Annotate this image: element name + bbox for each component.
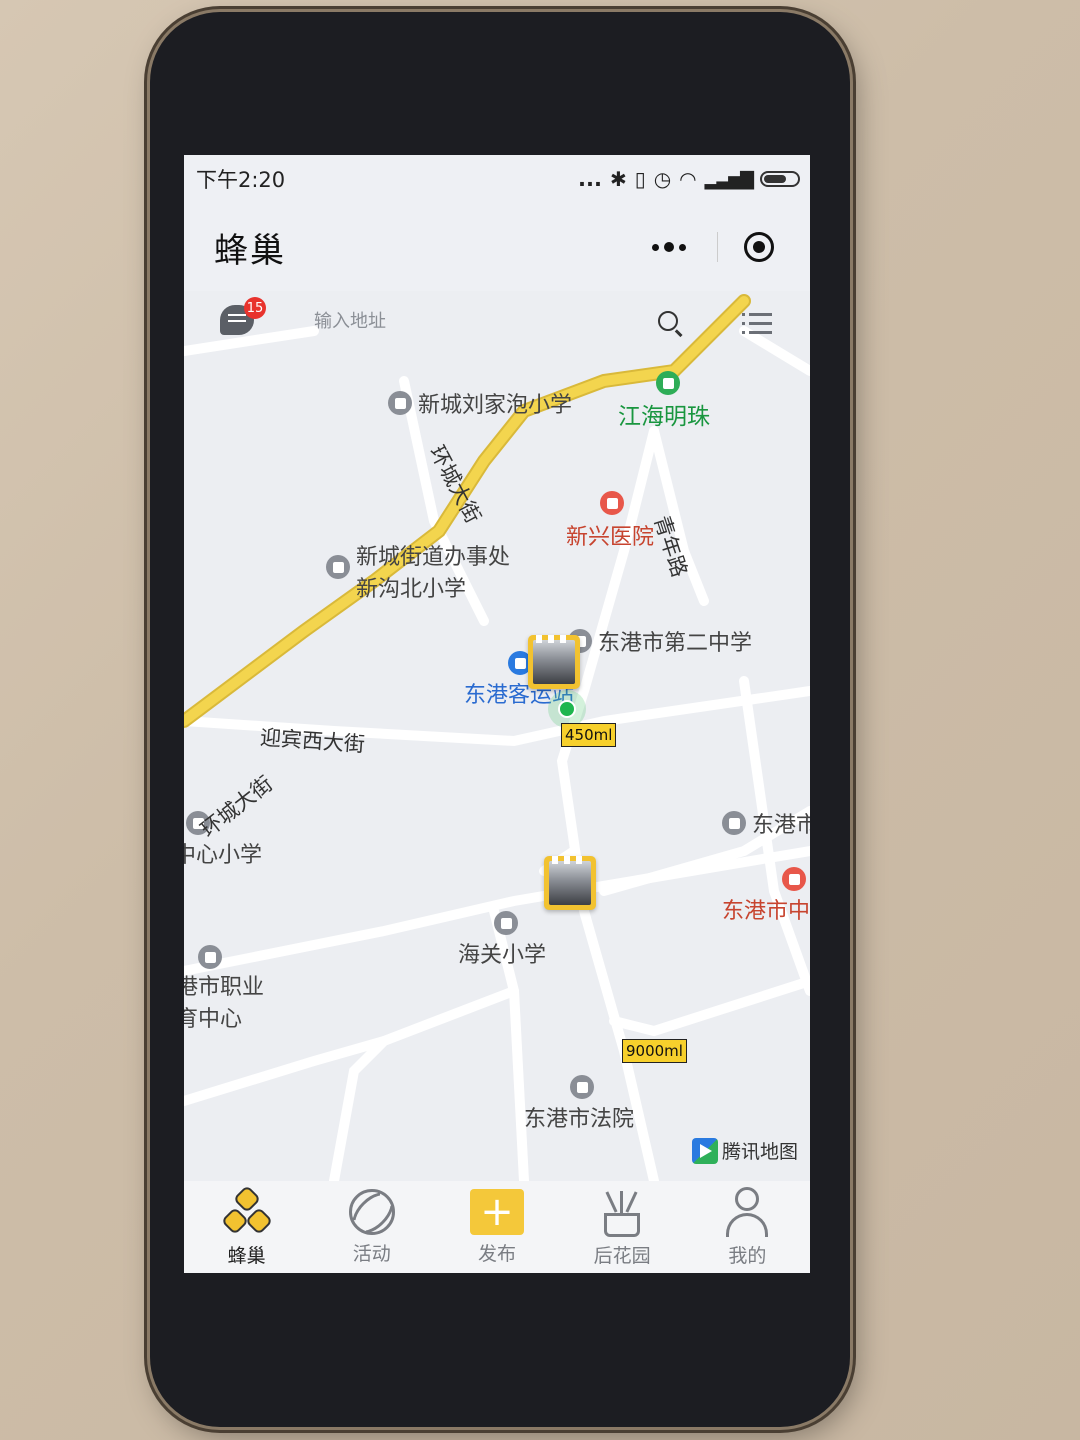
poi-school[interactable]: 东港市 bbox=[722, 807, 810, 839]
app-screen: 下午2:20 ... ✱ ▯ ◷ ◠ ▂▃▅▇ 蜂巢 15 输入地址 新城刘家泡… bbox=[184, 155, 810, 1273]
map-provider-text: 腾讯地图 bbox=[722, 1141, 799, 1163]
wifi-icon: ◠ bbox=[679, 167, 697, 191]
poi-label: 海关小学 bbox=[458, 943, 547, 968]
bluetooth-icon: ✱ bbox=[609, 167, 627, 191]
volume-label[interactable]: 9000ml bbox=[622, 1039, 687, 1063]
office-icon bbox=[326, 555, 350, 579]
search-icon[interactable] bbox=[658, 311, 678, 331]
hospital-icon bbox=[782, 867, 807, 891]
map-provider-logo: 腾讯地图 bbox=[692, 1137, 798, 1164]
bottom-tab-bar: 蜂巢 活动 发布 后花园 我的 bbox=[184, 1181, 810, 1273]
vibrate-off-icon: ▯ bbox=[634, 167, 646, 191]
poi-school[interactable]: 新城刘家泡小学 bbox=[388, 387, 572, 419]
battery-icon bbox=[760, 171, 800, 187]
poi-office[interactable]: 新城街道办事处 新沟北小学 bbox=[326, 539, 510, 603]
app-header: 蜂巢 bbox=[184, 203, 810, 291]
dot-icon bbox=[652, 243, 659, 251]
status-bar: 下午2:20 ... ✱ ▯ ◷ ◠ ▂▃▅▇ bbox=[184, 155, 810, 203]
status-icons: ... ✱ ▯ ◷ ◠ ▂▃▅▇ bbox=[578, 167, 800, 191]
water-marker[interactable] bbox=[528, 635, 580, 689]
tree-icon bbox=[656, 371, 680, 395]
poi-label: 港市职业 bbox=[184, 975, 265, 1000]
tab-hive[interactable]: 蜂巢 bbox=[192, 1184, 302, 1268]
marker-photo bbox=[549, 861, 591, 905]
poi-label: 东港市 bbox=[752, 813, 810, 838]
tab-label: 活动 bbox=[352, 1242, 391, 1265]
poi-hospital[interactable]: 东港市中 bbox=[722, 867, 810, 925]
school-icon bbox=[198, 945, 222, 969]
poi-label: 新城街道办事处 bbox=[356, 545, 511, 570]
tab-label: 后花园 bbox=[593, 1244, 651, 1267]
water-marker[interactable] bbox=[544, 856, 596, 910]
poi-label: 新沟北小学 bbox=[356, 577, 467, 602]
dot-icon bbox=[679, 243, 686, 251]
tab-garden[interactable]: 后花园 bbox=[567, 1187, 677, 1268]
school-icon bbox=[494, 911, 518, 935]
poi-school[interactable]: 港市职业 育中心 bbox=[184, 945, 264, 1033]
school-icon bbox=[722, 811, 746, 835]
current-location-dot bbox=[558, 700, 576, 718]
more-dots: ... bbox=[578, 167, 602, 191]
crown-icon bbox=[552, 856, 588, 864]
poi-park[interactable]: 江海明珠 bbox=[618, 371, 710, 431]
plus-icon bbox=[469, 1188, 524, 1235]
tab-label: 我的 bbox=[728, 1244, 767, 1267]
poi-label: 东港市第二中学 bbox=[598, 631, 753, 656]
capsule-divider bbox=[717, 232, 718, 262]
person-icon bbox=[724, 1186, 770, 1237]
list-menu-icon[interactable] bbox=[742, 313, 772, 335]
alarm-icon: ◷ bbox=[653, 167, 672, 191]
chat-icon bbox=[228, 314, 246, 316]
poi-label: 育中心 bbox=[184, 1007, 243, 1032]
hospital-icon bbox=[600, 491, 624, 515]
poi-label: 新城刘家泡小学 bbox=[418, 393, 573, 418]
tab-profile[interactable]: 我的 bbox=[692, 1186, 802, 1268]
page-title: 蜂巢 bbox=[214, 230, 286, 271]
capsule-menu bbox=[647, 229, 774, 265]
poi-label: 东港市法院 bbox=[524, 1107, 635, 1132]
more-options-button[interactable] bbox=[647, 229, 691, 265]
poi-label: 江海明珠 bbox=[618, 404, 710, 430]
volume-label[interactable]: 450ml bbox=[561, 723, 617, 747]
crown-icon bbox=[536, 635, 572, 643]
tab-label: 发布 bbox=[477, 1242, 516, 1265]
poi-label: 东港市中 bbox=[722, 899, 810, 924]
message-badge: 15 bbox=[244, 297, 266, 319]
school-icon bbox=[388, 391, 412, 415]
tab-label: 蜂巢 bbox=[227, 1244, 266, 1267]
ball-icon bbox=[348, 1188, 395, 1235]
poi-hospital[interactable]: 新兴医院 bbox=[566, 491, 654, 551]
close-miniprogram-button[interactable] bbox=[744, 232, 774, 262]
address-search-input[interactable] bbox=[312, 305, 516, 337]
plant-icon bbox=[600, 1187, 644, 1237]
dot-icon bbox=[664, 242, 674, 252]
court-icon bbox=[570, 1075, 594, 1099]
search-bar: 15 bbox=[184, 291, 810, 351]
poi-court[interactable]: 东港市法院 bbox=[524, 1075, 634, 1133]
tencent-map-icon bbox=[692, 1137, 718, 1164]
tab-publish[interactable]: 发布 bbox=[442, 1188, 552, 1266]
map-view[interactable]: 15 新城刘家泡小学 江海明珠 新兴医院 新城街道办事处 新沟北小学 bbox=[184, 291, 810, 1181]
marker-photo bbox=[533, 640, 575, 684]
signal-icon: ▂▃▅▇ bbox=[704, 168, 754, 190]
poi-school[interactable]: 东港市第二中学 bbox=[568, 625, 752, 657]
honeycomb-icon bbox=[220, 1184, 273, 1237]
poi-label: 新兴医院 bbox=[566, 525, 655, 550]
poi-school[interactable]: 海关小学 bbox=[458, 911, 546, 969]
poi-label: 中心小学 bbox=[184, 843, 263, 868]
status-time: 下午2:20 bbox=[196, 168, 286, 192]
tab-activity[interactable]: 活动 bbox=[317, 1188, 427, 1266]
